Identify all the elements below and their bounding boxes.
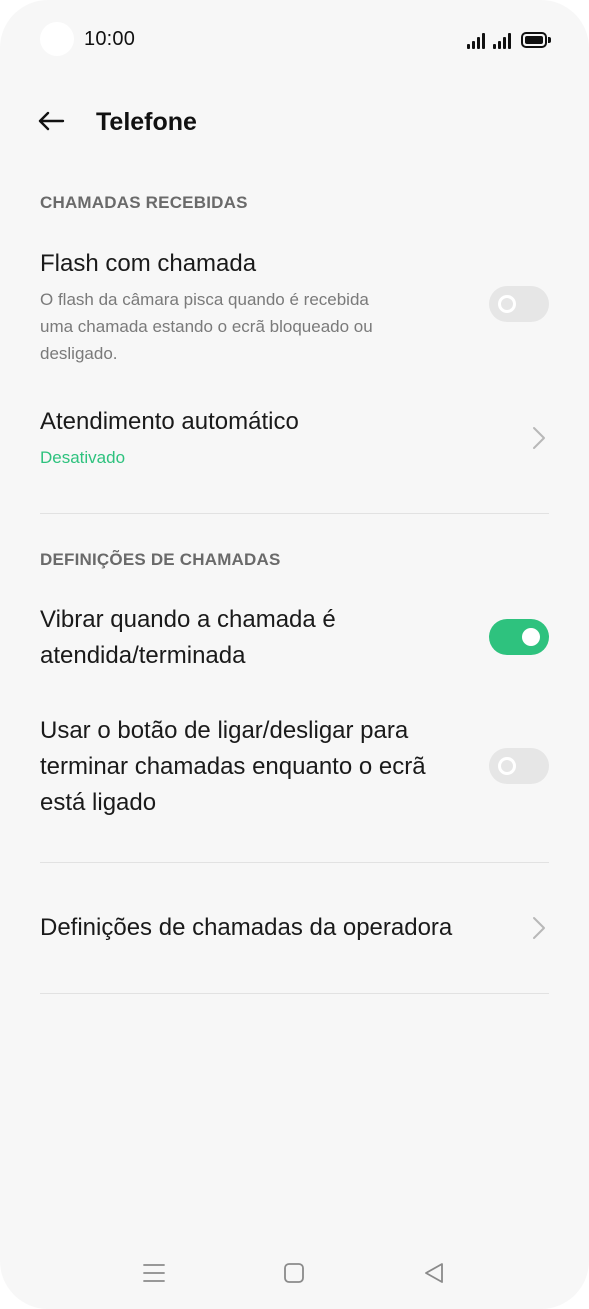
page-title: Telefone	[96, 108, 197, 136]
setting-status: Desativado	[40, 448, 126, 467]
back-button[interactable]	[34, 104, 68, 138]
chevron-right-icon	[533, 917, 545, 939]
setting-title: Flash com chamada	[40, 250, 257, 277]
status-bar: 10:00	[0, 0, 589, 80]
menu-icon	[143, 1264, 165, 1282]
signal-icon	[493, 31, 511, 49]
setting-carrier-call-settings[interactable]: Definições de chamadas da operadora	[0, 908, 589, 948]
phone-screen: 10:00 Telefone CHAMADAS RECEBIDAS Flash …	[0, 0, 589, 1309]
home-button[interactable]	[274, 1250, 314, 1296]
setting-title-line: atendida/terminada	[40, 642, 246, 669]
home-icon	[284, 1263, 304, 1283]
section-label-call-settings: DEFINIÇÕES DE CHAMADAS	[40, 550, 281, 569]
setting-subtitle-line: uma chamada estando o ecrã bloqueado ou	[40, 317, 373, 336]
setting-title-line: Vibrar quando a chamada é	[40, 606, 336, 633]
setting-subtitle-line: desligado.	[40, 344, 118, 363]
back-triangle-icon	[425, 1263, 443, 1283]
chevron-right-icon	[533, 427, 545, 449]
front-camera	[40, 22, 74, 56]
system-back-button[interactable]	[414, 1250, 454, 1296]
setting-subtitle-line: O flash da câmara pisca quando é recebid…	[40, 290, 369, 309]
setting-auto-answer[interactable]: Atendimento automático Desativado	[0, 403, 589, 483]
divider	[40, 993, 549, 994]
toggle-knob	[498, 757, 516, 775]
divider	[40, 862, 549, 863]
status-icons	[467, 29, 551, 49]
vibrate-on-call-toggle[interactable]	[489, 619, 549, 655]
status-time: 10:00	[84, 28, 136, 50]
navigation-bar	[0, 1250, 589, 1296]
flash-with-call-toggle[interactable]	[489, 286, 549, 322]
app-header: Telefone	[0, 92, 589, 152]
setting-power-button-ends-call[interactable]: Usar o botão de ligar/desligar para term…	[0, 712, 589, 824]
power-button-ends-call-toggle[interactable]	[489, 748, 549, 784]
toggle-knob	[522, 628, 540, 646]
setting-title-line: terminar chamadas enquanto o ecrã	[40, 753, 426, 780]
setting-title-line: está ligado	[40, 789, 157, 816]
arrow-left-icon	[38, 111, 65, 131]
signal-icon	[467, 31, 485, 49]
setting-title-line: Usar o botão de ligar/desligar para	[40, 717, 409, 744]
setting-title: Definições de chamadas da operadora	[40, 914, 453, 941]
battery-icon	[521, 31, 551, 49]
setting-flash-with-call[interactable]: Flash com chamada O flash da câmara pisc…	[0, 244, 589, 368]
recent-apps-button[interactable]	[134, 1250, 174, 1296]
setting-title: Atendimento automático	[40, 408, 299, 435]
setting-vibrate-on-call[interactable]: Vibrar quando a chamada é atendida/termi…	[0, 601, 589, 677]
divider	[40, 513, 549, 514]
section-label-incoming-calls: CHAMADAS RECEBIDAS	[40, 193, 248, 212]
toggle-knob	[498, 295, 516, 313]
